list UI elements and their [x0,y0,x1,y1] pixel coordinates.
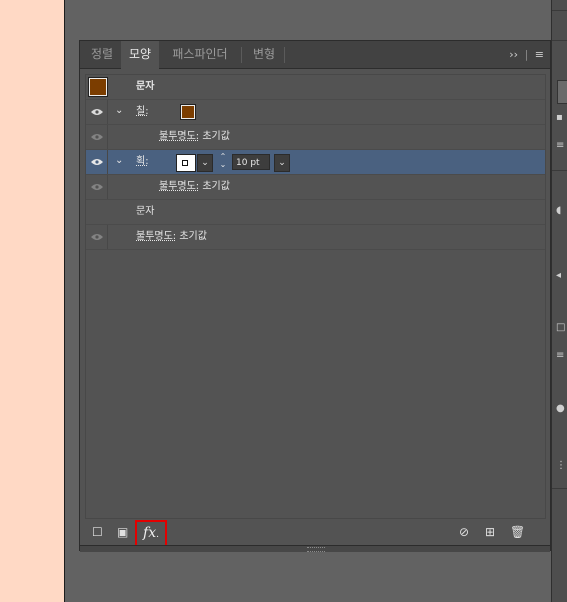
grip-icon [307,547,325,552]
stroke-opacity-text: 불투명도: 초기값 [159,181,230,192]
stroke-weight-stepper[interactable]: ⌃ ⌄ [217,153,229,171]
right-tool-strip: ▪ ≡ ◖ ◂ □ ≡ ● ⋮ [551,0,567,602]
stroke-weight-dropdown[interactable]: ⌄ [274,154,290,172]
tool-icon[interactable]: ▪ [556,112,563,124]
stroke-label: 획: [136,156,149,167]
tool-icon[interactable]: ● [556,403,565,415]
stroke-swatch-dropdown[interactable]: ⌄ [197,154,213,172]
row-fill-opacity[interactable]: 불투명도: 초기값 [86,125,545,150]
row-characters[interactable]: 문자 [86,200,545,225]
visibility-toggle[interactable] [86,125,108,149]
fill-color-swatch[interactable] [89,78,107,96]
selected-tool-slot[interactable] [557,80,567,104]
stroke-swatch[interactable] [176,154,196,172]
eye-icon [91,234,103,240]
add-new-fill-icon[interactable]: ▣ [117,525,128,539]
appearance-list: 문자 ⌄ 칠: 불투명도: 초기값 ⌄ 획: ⌄ ⌃ ⌄ 10 pt ⌄ 불투명… [85,74,546,519]
panel-resize-handle[interactable] [80,545,550,552]
panel-menu-controls: ›› | ≡ [509,48,544,61]
row-stroke-opacity[interactable]: 불투명도: 초기값 [86,175,545,200]
tab-align[interactable]: 정렬 [84,41,120,69]
tool-icon[interactable]: ⋮ [556,460,566,472]
fill-label: 칠: [136,106,149,117]
chevron-down-icon[interactable]: ⌄ [115,155,123,167]
eye-icon [91,159,103,165]
opacity-text: 불투명도: 초기값 [136,231,207,242]
appearance-panel: 정렬 모양 패스파인더 변형 ›› | ≡ 문자 ⌄ 칠: 불투명도: 초기값 … [79,40,551,552]
eye-icon [91,134,103,140]
opacity-link[interactable]: 불투명도: [159,131,199,142]
stroke-weight-field[interactable]: 10 pt [232,154,270,170]
tool-icon[interactable]: ≡ [556,140,564,152]
add-new-effect-button[interactable]: fx. [135,520,167,548]
tool-icon[interactable]: ◂ [556,270,561,282]
visibility-toggle[interactable] [86,175,108,199]
eye-icon [91,184,103,190]
left-margin [0,0,64,602]
opacity-link[interactable]: 불투명도: [136,231,176,242]
tab-appearance[interactable]: 모양 [121,41,159,70]
tab-pathfinder[interactable]: 패스파인더 [160,41,240,69]
panel-footer: ☐ ▣ fx. ⊘ ⊞ 🗑 [80,519,550,548]
row-header[interactable]: 문자 [86,75,545,100]
tool-icon[interactable]: ◖ [556,205,561,217]
trash-icon[interactable]: 🗑 [510,525,525,539]
opacity-link[interactable]: 불투명도: [159,181,199,192]
tab-transform[interactable]: 변형 [244,41,284,69]
double-chevron-right-icon[interactable]: ›› [509,48,518,61]
row-fill[interactable]: ⌄ 칠: [86,100,545,125]
tool-icon[interactable]: ≡ [556,350,564,362]
add-new-stroke-icon[interactable]: ☐ [92,525,103,539]
visibility-toggle[interactable] [86,100,108,124]
row-opacity[interactable]: 불투명도: 초기값 [86,225,545,250]
tool-icon[interactable]: □ [556,322,565,334]
fill-swatch[interactable] [181,105,195,119]
visibility-toggle[interactable] [86,150,108,174]
hamburger-menu-icon[interactable]: ≡ [535,48,544,61]
header-label: 문자 [136,81,155,92]
characters-label: 문자 [136,206,155,217]
clear-appearance-icon[interactable]: ⊘ [459,525,469,539]
chevron-down-icon[interactable]: ⌄ [115,105,123,117]
row-stroke[interactable]: ⌄ 획: ⌄ ⌃ ⌄ 10 pt ⌄ [86,150,545,175]
eye-icon [91,109,103,115]
visibility-toggle[interactable] [86,225,108,249]
fill-opacity-text: 불투명도: 초기값 [159,131,230,142]
duplicate-item-icon[interactable]: ⊞ [485,525,495,539]
panel-tab-bar: 정렬 모양 패스파인더 변형 ›› | ≡ [80,41,550,70]
